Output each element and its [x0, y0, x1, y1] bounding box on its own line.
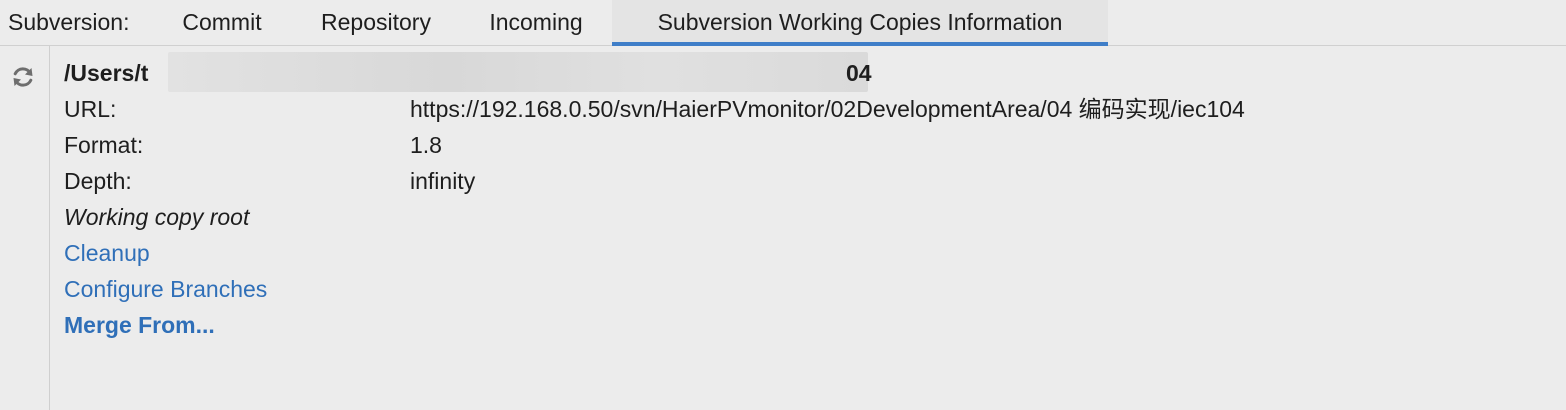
tab-incoming[interactable]: Incoming	[468, 0, 604, 46]
path-prefix: /Users/t	[64, 60, 149, 86]
path-suffix: 04	[846, 60, 872, 86]
refresh-icon	[13, 67, 33, 87]
working-copy-path-row: /Users/t 04	[64, 52, 1554, 94]
toolbar-gutter	[0, 46, 50, 410]
working-copy-root-label: Working copy root	[64, 204, 250, 230]
depth-row: Depth: infinity	[64, 166, 1554, 202]
merge-from-link[interactable]: Merge From...	[64, 312, 215, 338]
tab-label: Commit	[182, 9, 262, 35]
format-value: 1.8	[410, 132, 442, 158]
format-label: Format:	[64, 132, 144, 158]
redacted-path-segment	[168, 52, 868, 92]
depth-value: infinity	[410, 168, 476, 194]
tab-working-copies-information[interactable]: Subversion Working Copies Information	[612, 0, 1108, 46]
refresh-button[interactable]	[8, 62, 38, 92]
working-copy-root-row: Working copy root	[64, 202, 1554, 238]
working-copy-path[interactable]: /Users/t 04	[64, 52, 904, 92]
tab-repository[interactable]: Repository	[298, 0, 454, 46]
tab-label: Incoming	[489, 9, 583, 35]
tab-commit[interactable]: Commit	[160, 0, 284, 46]
configure-branches-link[interactable]: Configure Branches	[64, 276, 267, 302]
tool-window-tabbar: Subversion: Commit Repository Incoming S…	[0, 0, 1566, 46]
tab-label: Subversion Working Copies Information	[657, 9, 1063, 35]
working-copy-info-panel: /Users/t 04 URL: https://192.168.0.50/svn…	[64, 52, 1554, 346]
depth-label: Depth:	[64, 168, 132, 194]
format-row: Format: 1.8	[64, 130, 1554, 166]
cleanup-link[interactable]: Cleanup	[64, 240, 150, 266]
url-label: URL:	[64, 96, 117, 122]
url-row: URL: https://192.168.0.50/svn/HaierPVmoni…	[64, 94, 1554, 130]
url-value: https://192.168.0.50/svn/HaierPVmonitor/…	[410, 96, 1245, 122]
tool-window-title: Subversion:	[8, 9, 130, 35]
cleanup-row: Cleanup	[64, 238, 1554, 274]
merge-from-row: Merge From...	[64, 310, 1554, 346]
configure-branches-row: Configure Branches	[64, 274, 1554, 310]
tab-label: Repository	[321, 9, 431, 35]
